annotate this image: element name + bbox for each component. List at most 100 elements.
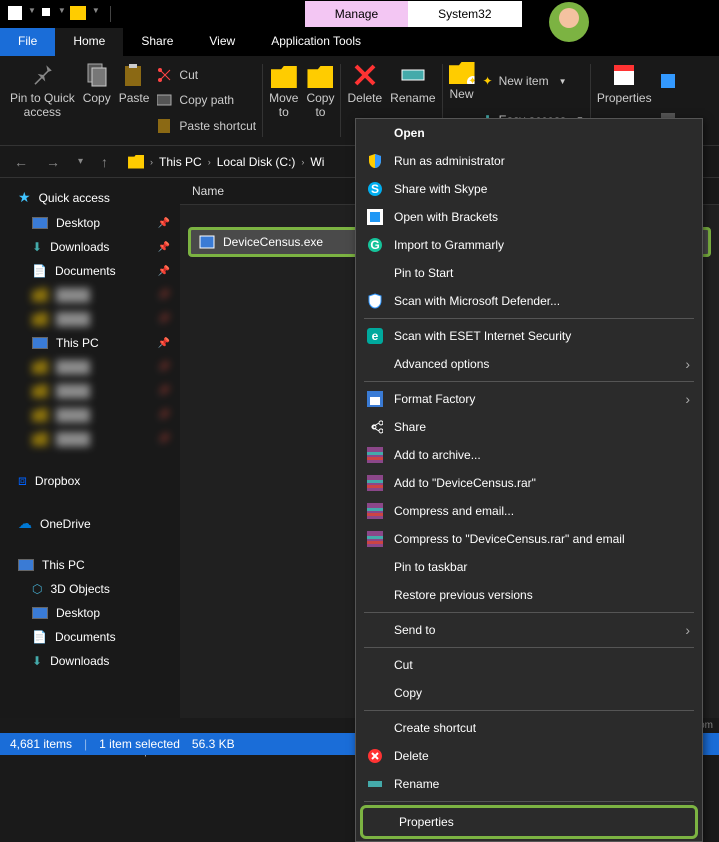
- tab-app-tools[interactable]: Application Tools: [253, 28, 379, 56]
- folder-move-icon: [271, 66, 297, 88]
- pin-icon: 📌: [158, 218, 170, 229]
- tab-view[interactable]: View: [191, 28, 253, 56]
- sidebar-blurred-item[interactable]: ████📌: [0, 307, 180, 331]
- paste-shortcut-button[interactable]: Paste shortcut: [157, 116, 256, 136]
- sidebar-blurred-item[interactable]: ████📌: [0, 355, 180, 379]
- ctx-copy[interactable]: Copy: [356, 679, 702, 707]
- paste-button[interactable]: Paste: [115, 60, 154, 141]
- ctx-skype[interactable]: SShare with Skype: [356, 175, 702, 203]
- pin-quick-button[interactable]: Pin to Quick access: [6, 60, 79, 141]
- ctx-create-shortcut[interactable]: Create shortcut: [356, 714, 702, 742]
- rename-icon: [400, 62, 426, 88]
- file-menu[interactable]: File: [0, 28, 55, 56]
- chevron-right-icon[interactable]: ›: [301, 157, 304, 167]
- rar-icon: [366, 446, 384, 464]
- ctx-compress-rar-email[interactable]: Compress to "DeviceCensus.rar" and email: [356, 525, 702, 553]
- factory-icon: [366, 390, 384, 408]
- ctx-grammarly[interactable]: GImport to Grammarly: [356, 231, 702, 259]
- sidebar-downloads[interactable]: ⬇Downloads📌: [0, 235, 180, 259]
- chevron-right-icon[interactable]: ›: [150, 157, 153, 167]
- sidebar-blurred-item[interactable]: ████📌: [0, 379, 180, 403]
- ctx-open[interactable]: Open: [356, 119, 702, 147]
- tab-share[interactable]: Share: [123, 28, 191, 56]
- sidebar-documents[interactable]: 📄Documents: [0, 625, 180, 649]
- ctx-compress-email[interactable]: Compress and email...: [356, 497, 702, 525]
- ctx-add-rar[interactable]: Add to "DeviceCensus.rar": [356, 469, 702, 497]
- ctx-run-as-admin[interactable]: Run as administrator: [356, 147, 702, 175]
- cloud-icon: ☁: [18, 515, 32, 532]
- sidebar-blurred-item[interactable]: ████📌: [0, 283, 180, 307]
- shield-icon: [366, 152, 384, 170]
- pc-icon: [18, 559, 34, 571]
- history-dropdown[interactable]: ▾: [74, 156, 87, 167]
- copy-path-button[interactable]: Copy path: [157, 90, 256, 110]
- folder-icon: [128, 155, 144, 169]
- shortcut-icon: [157, 118, 173, 134]
- sidebar-blurred-item[interactable]: ████📌: [0, 403, 180, 427]
- sidebar-blurred-item[interactable]: ████📌: [0, 427, 180, 451]
- star-icon: ★: [18, 189, 31, 206]
- ctx-restore[interactable]: Restore previous versions: [356, 581, 702, 609]
- download-icon: ⬇: [32, 240, 42, 254]
- pin-icon: 📌: [158, 266, 170, 277]
- ctx-eset[interactable]: eScan with ESET Internet Security: [356, 322, 702, 350]
- folder-icon[interactable]: [70, 6, 86, 20]
- back-button[interactable]: ←: [10, 154, 32, 170]
- brackets-icon: [366, 208, 384, 226]
- chevron-down-icon[interactable]: ▼: [92, 6, 100, 22]
- x-icon: [352, 62, 378, 88]
- ctx-cut[interactable]: Cut: [356, 651, 702, 679]
- sidebar-onedrive[interactable]: ☁OneDrive: [0, 510, 180, 537]
- sidebar-downloads[interactable]: ⬇Downloads: [0, 649, 180, 673]
- breadcrumb-seg[interactable]: This PC: [159, 155, 202, 169]
- chevron-down-icon[interactable]: ▼: [58, 6, 66, 22]
- copy-button[interactable]: Copy: [79, 60, 115, 141]
- pc-icon: [32, 337, 48, 349]
- ctx-rename[interactable]: Rename: [356, 770, 702, 798]
- eset-icon: e: [366, 327, 384, 345]
- ctx-pin-taskbar[interactable]: Pin to taskbar: [356, 553, 702, 581]
- ctx-format-factory[interactable]: Format Factory›: [356, 385, 702, 413]
- ctx-delete[interactable]: Delete: [356, 742, 702, 770]
- rename-icon: [366, 775, 384, 793]
- sidebar-documents[interactable]: 📄Documents📌: [0, 259, 180, 283]
- breadcrumb-seg[interactable]: Wi: [310, 155, 324, 169]
- ctx-brackets[interactable]: Open with Brackets: [356, 203, 702, 231]
- pin-icon: [29, 62, 55, 88]
- ctx-add-archive[interactable]: Add to archive...: [356, 441, 702, 469]
- sidebar-this-pc-pinned[interactable]: This PC📌: [0, 331, 180, 355]
- copy-to-button[interactable]: Copy to: [302, 64, 338, 127]
- ctx-advanced[interactable]: Advanced options›: [356, 350, 702, 378]
- chevron-right-icon[interactable]: ›: [208, 157, 211, 167]
- sidebar-desktop[interactable]: Desktop: [0, 601, 180, 625]
- ctx-properties[interactable]: Properties: [360, 805, 698, 839]
- ctx-defender[interactable]: Scan with Microsoft Defender...: [356, 287, 702, 315]
- shield-icon: [366, 292, 384, 310]
- cut-button[interactable]: Cut: [157, 65, 256, 85]
- sidebar-3d-objects[interactable]: ⬡3D Objects: [0, 577, 180, 601]
- breadcrumb-seg[interactable]: Local Disk (C:): [217, 155, 296, 169]
- ctx-send-to[interactable]: Send to›: [356, 616, 702, 644]
- qat-save-icon[interactable]: [40, 6, 52, 18]
- sidebar-quick-access[interactable]: ★Quick access: [0, 184, 180, 211]
- sidebar-desktop[interactable]: Desktop📌: [0, 211, 180, 235]
- open-dropdown-icon[interactable]: [660, 71, 676, 91]
- new-item-button[interactable]: ✦New item▼: [483, 72, 584, 90]
- move-to-button[interactable]: Move to: [265, 64, 302, 127]
- ctx-share[interactable]: Share: [356, 413, 702, 441]
- folder-icon: [32, 288, 48, 302]
- document-icon: 📄: [32, 630, 47, 644]
- status-item-count: 4,681 items: [10, 737, 72, 751]
- forward-button[interactable]: →: [42, 154, 64, 170]
- sidebar-dropbox[interactable]: ⧈Dropbox: [0, 467, 180, 494]
- tab-home[interactable]: Home: [55, 28, 123, 56]
- up-button[interactable]: ↑: [97, 154, 112, 170]
- manage-tab[interactable]: Manage: [305, 1, 408, 27]
- chevron-down-icon[interactable]: ▼: [28, 6, 36, 22]
- pin-icon: 📌: [158, 242, 170, 253]
- ctx-pin-start[interactable]: Pin to Start: [356, 259, 702, 287]
- sidebar-this-pc[interactable]: This PC: [0, 553, 180, 577]
- copy-icon: [84, 62, 110, 88]
- status-size: 56.3 KB: [192, 737, 235, 751]
- exe-icon: [199, 234, 215, 250]
